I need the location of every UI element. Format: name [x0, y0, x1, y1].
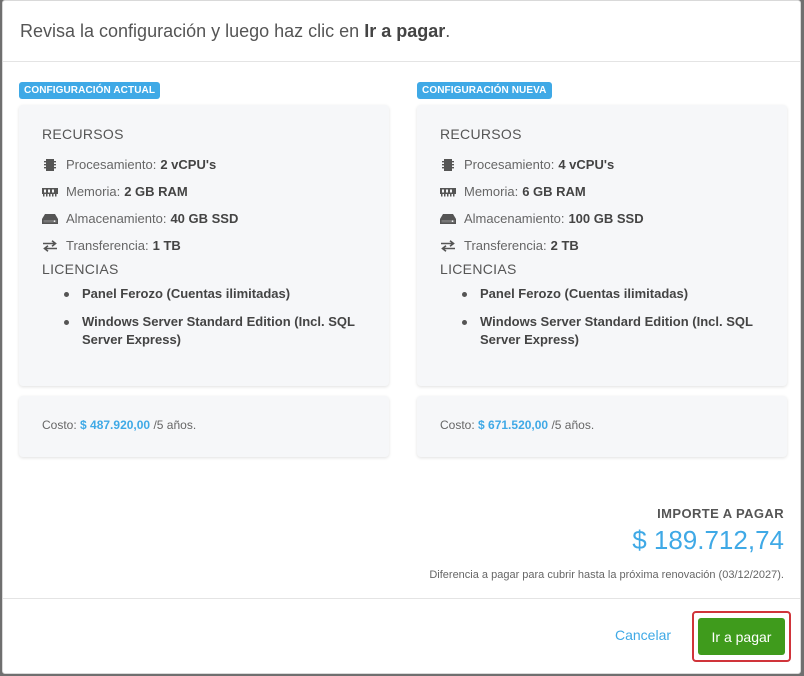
- resource-row-storage: Almacenamiento: 40 GB SSD: [42, 205, 389, 232]
- resource-row-memory: Memoria: 6 GB RAM: [440, 178, 787, 205]
- licenses-list: Panel Ferozo (Cuentas ilimitadas) Window…: [42, 285, 389, 349]
- license-item: Panel Ferozo (Cuentas ilimitadas): [462, 285, 762, 303]
- current-cost-card: Costo: $ 487.920,00 /5 años.: [19, 396, 389, 457]
- transfer-icon: [42, 238, 58, 254]
- title-prefix: Revisa la configuración y luego haz clic…: [20, 21, 365, 41]
- title-suffix: .: [445, 21, 451, 41]
- resource-label: Procesamiento:: [464, 157, 555, 172]
- new-config-badge: CONFIGURACIÓN NUEVA: [417, 82, 552, 99]
- resources-title: RECURSOS: [42, 126, 124, 142]
- pay-button-highlight: Ir a pagar: [692, 611, 791, 662]
- storage-icon: [42, 211, 58, 227]
- cost-label: Costo:: [440, 418, 475, 432]
- new-resources-card: RECURSOS Procesamiento: 4 vCPU's Memoria:…: [417, 105, 787, 386]
- current-config-column: CONFIGURACIÓN ACTUAL RECURSOS Procesamie…: [19, 80, 389, 457]
- cost-period: /5 años.: [551, 418, 595, 432]
- resource-label: Almacenamiento:: [66, 211, 167, 226]
- resource-label: Procesamiento:: [66, 157, 157, 172]
- review-config-modal: Revisa la configuración y luego haz clic…: [2, 0, 801, 674]
- current-config-badge: CONFIGURACIÓN ACTUAL: [19, 82, 161, 99]
- pay-button[interactable]: Ir a pagar: [698, 618, 785, 655]
- modal-title: Revisa la configuración y luego haz clic…: [20, 21, 450, 42]
- licenses-title: LICENCIAS: [440, 261, 517, 277]
- transfer-icon: [440, 238, 456, 254]
- resource-row-storage: Almacenamiento: 100 GB SSD: [440, 205, 787, 232]
- resource-row-transfer: Transferencia: 2 TB: [440, 232, 787, 259]
- cost-period: /5 años.: [153, 418, 197, 432]
- cpu-icon: [440, 157, 456, 173]
- resource-value: 40 GB SSD: [170, 211, 239, 226]
- resource-value: 2 GB RAM: [124, 184, 188, 199]
- resource-row-processing: Procesamiento: 4 vCPU's: [440, 151, 787, 178]
- storage-icon: [440, 211, 456, 227]
- licenses-title: LICENCIAS: [42, 261, 119, 277]
- title-action-name: Ir a pagar: [364, 21, 446, 41]
- resource-label: Memoria:: [464, 184, 519, 199]
- current-resources-card: RECURSOS Procesamiento: 2 vCPU's Memoria:…: [19, 105, 389, 386]
- resource-label: Transferencia:: [66, 238, 149, 253]
- resource-value: 100 GB SSD: [568, 211, 644, 226]
- resource-value: 1 TB: [152, 238, 181, 253]
- memory-icon: [440, 184, 456, 200]
- resource-label: Memoria:: [66, 184, 121, 199]
- new-cost-card: Costo: $ 671.520,00 /5 años.: [417, 396, 787, 457]
- resources-title: RECURSOS: [440, 126, 522, 142]
- resource-value: 2 vCPU's: [160, 157, 217, 172]
- modal-footer: Cancelar Ir a pagar: [3, 598, 800, 675]
- modal-header: Revisa la configuración y luego haz clic…: [3, 1, 800, 62]
- cost-price: $ 671.520,00: [478, 418, 549, 432]
- resource-row-processing: Procesamiento: 2 vCPU's: [42, 151, 389, 178]
- cost-price: $ 487.920,00: [80, 418, 151, 432]
- cost-label: Costo:: [42, 418, 77, 432]
- amount-due-label: IMPORTE A PAGAR: [657, 506, 784, 521]
- resource-value: 4 vCPU's: [558, 157, 615, 172]
- resource-row-memory: Memoria: 2 GB RAM: [42, 178, 389, 205]
- amount-due-note: Diferencia a pagar para cubrir hasta la …: [429, 569, 784, 581]
- cancel-button[interactable]: Cancelar: [615, 627, 671, 643]
- license-item: Windows Server Standard Edition (Incl. S…: [64, 313, 364, 349]
- resource-value: 6 GB RAM: [522, 184, 586, 199]
- resource-row-transfer: Transferencia: 1 TB: [42, 232, 389, 259]
- amount-due-value: $ 189.712,74: [632, 525, 784, 555]
- memory-icon: [42, 184, 58, 200]
- resource-label: Almacenamiento:: [464, 211, 565, 226]
- license-item: Windows Server Standard Edition (Incl. S…: [462, 313, 762, 349]
- payment-summary: IMPORTE A PAGAR $ 189.712,74 Diferencia …: [429, 506, 784, 581]
- cpu-icon: [42, 157, 58, 173]
- resource-label: Transferencia:: [464, 238, 547, 253]
- licenses-list: Panel Ferozo (Cuentas ilimitadas) Window…: [440, 285, 787, 349]
- license-item: Panel Ferozo (Cuentas ilimitadas): [64, 285, 364, 303]
- resource-value: 2 TB: [550, 238, 579, 253]
- new-config-column: CONFIGURACIÓN NUEVA RECURSOS Procesamien…: [417, 80, 787, 457]
